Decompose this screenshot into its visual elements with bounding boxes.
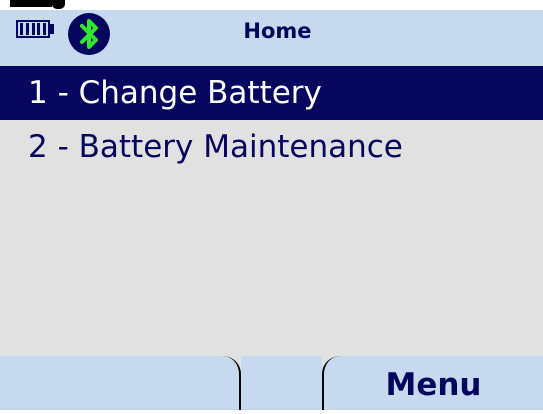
menu-list: 1 - Change Battery 2 - Battery Maintenan… bbox=[0, 66, 543, 174]
left-softkey[interactable] bbox=[0, 356, 241, 410]
screen-title: Home bbox=[243, 19, 312, 43]
top-edge bbox=[0, 0, 543, 10]
menu-item-battery-maintenance[interactable]: 2 - Battery Maintenance bbox=[0, 120, 543, 174]
partial-glyph-icon bbox=[10, 0, 65, 9]
menu-softkey[interactable]: Menu bbox=[322, 356, 543, 410]
menu-item-change-battery[interactable]: 1 - Change Battery bbox=[0, 66, 543, 120]
device-screen: Home 1 - Change Battery 2 - Battery Main… bbox=[0, 0, 543, 410]
softkey-bar: Menu bbox=[0, 356, 543, 410]
softkey-gap bbox=[241, 356, 322, 410]
